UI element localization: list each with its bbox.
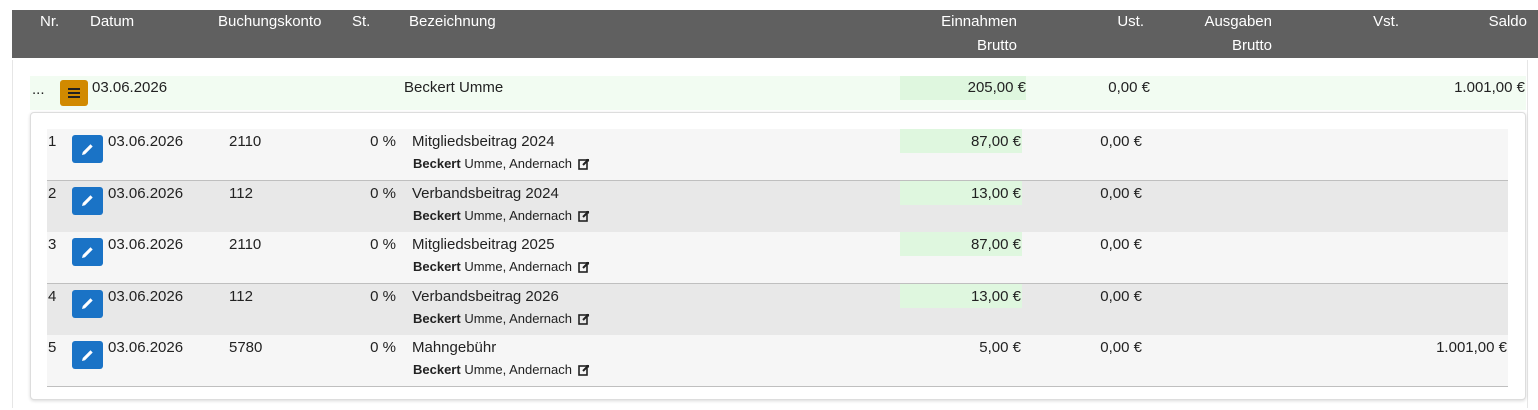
row-konto: 2110 (229, 236, 262, 253)
header-buchungskonto: Buchungskonto (218, 13, 322, 30)
row-nr: 4 (48, 287, 57, 305)
row-saldo: 1.001,00 € (1436, 339, 1507, 356)
row-einnahmen: 87,00 € (970, 133, 1021, 150)
pencil-icon (82, 349, 93, 361)
row-date: 03.06.2026 (108, 287, 184, 305)
header-vst: Vst. (1373, 13, 1399, 30)
payer-details: Umme, Andernach (464, 362, 572, 377)
payer-lastname: Beckert (413, 156, 461, 171)
table-row: 4 03.06.2026 112 0 % Verbandsbeitrag 202… (47, 283, 1508, 336)
pencil-icon (82, 143, 93, 155)
table-header: Nr. Datum Buchungskonto St. Bezeichnung … (12, 10, 1538, 58)
payer-lastname: Beckert (413, 310, 461, 326)
header-nr: Nr. (40, 13, 60, 30)
table-row: 1 03.06.2026 2110 0 % Mitgliedsbeitrag 2… (47, 129, 1508, 181)
row-ust: 0,00 € (1100, 287, 1142, 305)
payer-details: Umme, Andernach (464, 259, 572, 274)
row-konto: 112 (229, 287, 253, 305)
row-bezeichnung: Mitgliedsbeitrag 2024 (412, 133, 555, 150)
edit-button[interactable] (72, 135, 103, 163)
row-steuer: 0 % (370, 184, 396, 202)
edit-external-icon[interactable] (577, 157, 590, 175)
hamburger-icon (68, 88, 80, 98)
header-steuer: St. (352, 13, 371, 30)
row-payer: Beckert Umme, Andernach (413, 258, 590, 278)
row-nr: 1 (48, 133, 57, 150)
row-einnahmen: 5,00 € (979, 339, 1021, 356)
payer-details: Umme, Andernach (464, 156, 572, 171)
row-einnahmen: 13,00 € (970, 184, 1021, 202)
row-bezeichnung: Mitgliedsbeitrag 2025 (412, 236, 555, 253)
pencil-icon (82, 298, 93, 309)
row-date: 03.06.2026 (108, 184, 184, 202)
booking-einnahmen: 205,00 € (967, 79, 1026, 96)
booking-ust: 0,00 € (1108, 79, 1150, 96)
row-nr: 5 (48, 339, 57, 356)
booking-details-panel: 1 03.06.2026 2110 0 % Mitgliedsbeitrag 2… (30, 112, 1526, 400)
header-ausgaben: Ausgaben (1204, 13, 1272, 30)
header-bezeichnung: Bezeichnung (409, 13, 496, 30)
row-payer: Beckert Umme, Andernach (413, 155, 590, 175)
booking-row (30, 76, 1526, 110)
booking-name: Beckert Umme (404, 79, 504, 96)
pencil-icon (82, 246, 93, 258)
header-ausgaben-brutto: Brutto (1231, 37, 1272, 54)
payer-details: Umme, Andernach (464, 207, 572, 223)
row-steuer: 0 % (370, 287, 396, 305)
table-row: 3 03.06.2026 2110 0 % Mitgliedsbeitrag 2… (47, 232, 1508, 284)
header-einnahmen-brutto: Brutto (976, 37, 1017, 54)
payer-lastname: Beckert (413, 362, 461, 377)
edit-button[interactable] (72, 289, 103, 318)
payer-lastname: Beckert (413, 259, 461, 274)
row-date: 03.06.2026 (108, 236, 184, 253)
row-steuer: 0 % (370, 236, 396, 253)
row-ust: 0,00 € (1100, 133, 1142, 150)
row-steuer: 0 % (370, 133, 396, 150)
row-ust: 0,00 € (1100, 184, 1142, 202)
row-ust: 0,00 € (1100, 236, 1142, 253)
row-einnahmen: 13,00 € (970, 287, 1021, 305)
edit-external-icon[interactable] (577, 260, 590, 278)
pencil-icon (82, 195, 93, 206)
booking-nr: ... (32, 81, 45, 98)
edit-button[interactable] (72, 186, 103, 215)
row-bezeichnung: Verbandsbeitrag 2026 (412, 287, 559, 305)
row-payer: Beckert Umme, Andernach (413, 310, 590, 330)
row-ust: 0,00 € (1100, 339, 1142, 356)
row-bezeichnung: Mahngebühr (412, 339, 497, 356)
row-payer: Beckert Umme, Andernach (413, 207, 590, 227)
row-steuer: 0 % (370, 339, 396, 356)
header-datum: Datum (90, 13, 135, 30)
row-konto: 112 (229, 184, 253, 202)
booking-date: 03.06.2026 (92, 79, 168, 96)
edit-external-icon[interactable] (577, 363, 590, 381)
header-saldo: Saldo (1488, 13, 1527, 30)
payer-details: Umme, Andernach (464, 310, 572, 326)
header-ust: Ust. (1117, 13, 1144, 30)
edit-external-icon[interactable] (577, 209, 590, 227)
row-nr: 2 (48, 184, 57, 202)
table-row: 2 03.06.2026 112 0 % Verbandsbeitrag 202… (47, 180, 1508, 233)
row-date: 03.06.2026 (108, 133, 184, 150)
table-row: 5 03.06.2026 5780 0 % Mahngebühr Beckert… (47, 335, 1508, 387)
row-date: 03.06.2026 (108, 339, 184, 356)
edit-external-icon[interactable] (577, 312, 590, 330)
row-konto: 2110 (229, 133, 262, 150)
booking-menu-button[interactable] (60, 80, 88, 106)
edit-button[interactable] (72, 341, 103, 369)
header-einnahmen: Einnahmen (941, 13, 1017, 30)
booking-saldo: 1.001,00 € (1454, 79, 1525, 96)
row-konto: 5780 (229, 339, 263, 356)
row-bezeichnung: Verbandsbeitrag 2024 (412, 184, 559, 202)
edit-button[interactable] (72, 238, 103, 266)
row-nr: 3 (48, 236, 57, 253)
row-einnahmen: 87,00 € (970, 236, 1021, 253)
payer-lastname: Beckert (413, 207, 461, 223)
row-payer: Beckert Umme, Andernach (413, 361, 590, 381)
